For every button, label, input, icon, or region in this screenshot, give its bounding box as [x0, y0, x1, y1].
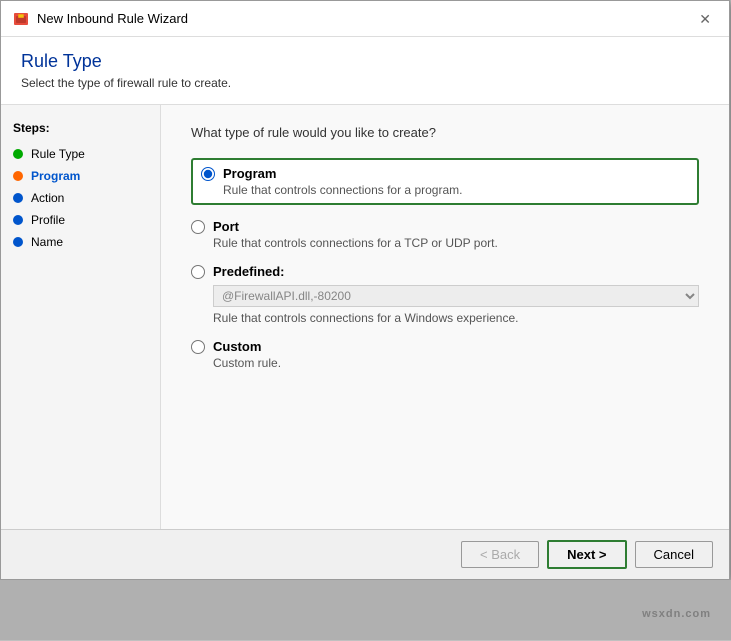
step-label-program: Program	[31, 169, 80, 183]
radio-label-port: Port	[213, 219, 239, 234]
page-subtitle: Select the type of firewall rule to crea…	[21, 76, 709, 90]
radio-label-predefined: Predefined:	[213, 264, 285, 279]
step-dot-rule-type	[13, 149, 23, 159]
cancel-button[interactable]: Cancel	[635, 541, 713, 568]
predefined-dropdown-row: @FirewallAPI.dll,-80200	[213, 285, 699, 307]
predefined-select[interactable]: @FirewallAPI.dll,-80200	[213, 285, 699, 307]
sidebar-item-name[interactable]: Name	[1, 231, 160, 253]
radio-row-program: Program	[201, 166, 689, 181]
radio-item-predefined: Predefined: @FirewallAPI.dll,-80200 Rule t…	[191, 264, 699, 325]
footer: < Back Next > Cancel	[1, 529, 729, 579]
step-label-name: Name	[31, 235, 63, 249]
wizard-window: New Inbound Rule Wizard ✕ Rule Type Sele…	[0, 0, 730, 580]
radio-custom[interactable]	[191, 340, 205, 354]
back-button[interactable]: < Back	[461, 541, 539, 568]
window-icon	[13, 11, 29, 27]
radio-predefined[interactable]	[191, 265, 205, 279]
sidebar-item-action[interactable]: Action	[1, 187, 160, 209]
sidebar-item-profile[interactable]: Profile	[1, 209, 160, 231]
radio-group: Program Rule that controls connections fo…	[191, 158, 699, 370]
close-button[interactable]: ✕	[693, 10, 717, 28]
title-bar-left: New Inbound Rule Wizard	[13, 11, 188, 27]
window-title: New Inbound Rule Wizard	[37, 11, 188, 26]
radio-desc-program: Rule that controls connections for a pro…	[223, 183, 689, 197]
radio-port[interactable]	[191, 220, 205, 234]
step-dot-program	[13, 171, 23, 181]
main-panel: What type of rule would you like to crea…	[161, 105, 729, 529]
radio-label-custom: Custom	[213, 339, 261, 354]
sidebar-item-program[interactable]: Program	[1, 165, 160, 187]
page-title: Rule Type	[21, 51, 709, 72]
radio-row-port: Port	[191, 219, 699, 234]
step-dot-name	[13, 237, 23, 247]
sidebar-item-rule-type[interactable]: Rule Type	[1, 143, 160, 165]
next-button[interactable]: Next >	[547, 540, 626, 569]
header-section: Rule Type Select the type of firewall ru…	[1, 37, 729, 105]
step-dot-action	[13, 193, 23, 203]
radio-row-predefined: Predefined:	[191, 264, 699, 279]
radio-item-program: Program Rule that controls connections fo…	[191, 158, 699, 205]
radio-desc-port: Rule that controls connections for a TCP…	[213, 236, 699, 250]
radio-item-custom: Custom Custom rule.	[191, 339, 699, 370]
step-dot-profile	[13, 215, 23, 225]
radio-item-port: Port Rule that controls connections for a…	[191, 219, 699, 250]
step-label-profile: Profile	[31, 213, 65, 227]
question-text: What type of rule would you like to crea…	[191, 125, 699, 140]
radio-label-program: Program	[223, 166, 276, 181]
watermark-area: wsxdn.com	[0, 580, 731, 640]
sidebar-label: Steps:	[1, 117, 160, 143]
radio-program[interactable]	[201, 167, 215, 181]
step-label-rule-type: Rule Type	[31, 147, 85, 161]
sidebar: Steps: Rule Type Program Action Profile Name	[1, 105, 161, 529]
watermark-text: wsxdn.com	[642, 597, 711, 623]
step-label-action: Action	[31, 191, 64, 205]
title-bar: New Inbound Rule Wizard ✕	[1, 1, 729, 37]
content-area: Steps: Rule Type Program Action Profile Name…	[1, 105, 729, 529]
radio-desc-predefined: Rule that controls connections for a Win…	[213, 311, 699, 325]
radio-row-custom: Custom	[191, 339, 699, 354]
radio-desc-custom: Custom rule.	[213, 356, 699, 370]
